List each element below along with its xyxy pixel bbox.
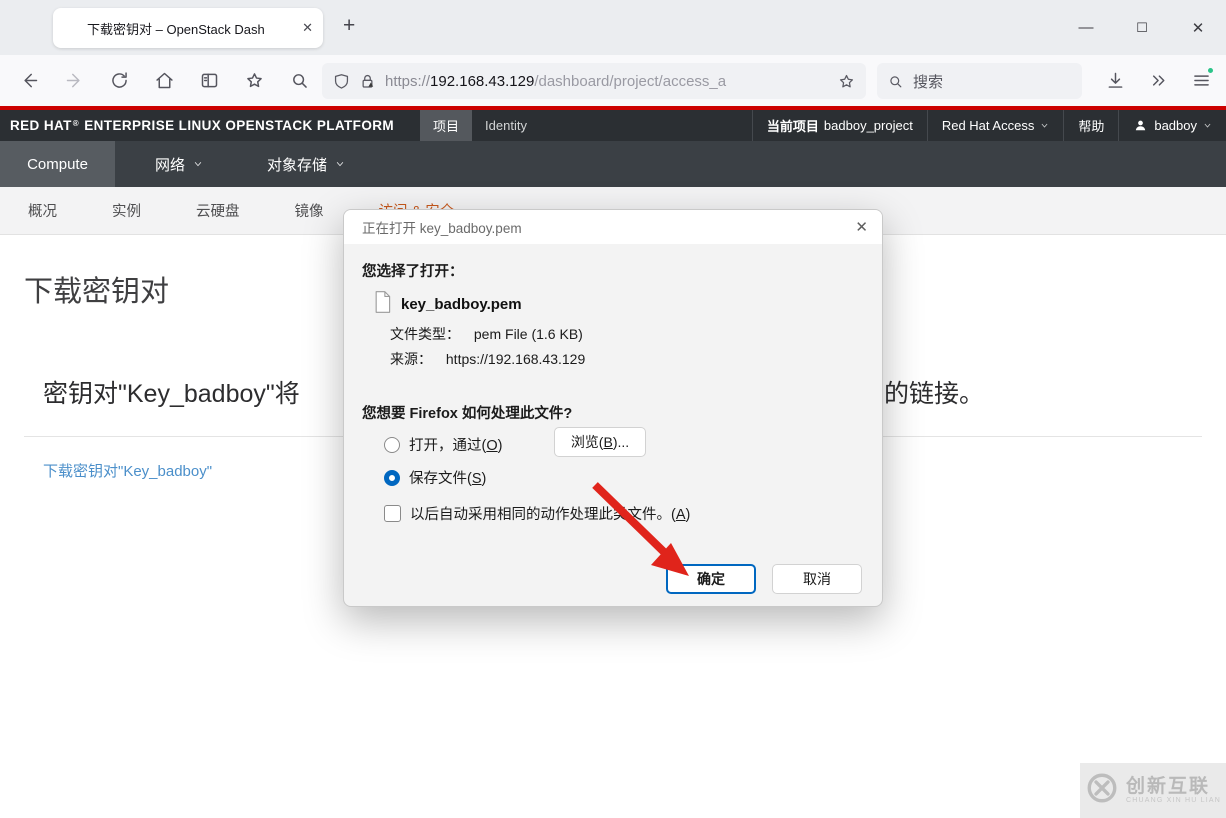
open-with-row: 打开，通过(O) 浏览(B)...	[384, 427, 646, 457]
file-type-label: 文件类型：	[390, 326, 460, 342]
open-with-radio[interactable]	[384, 436, 400, 453]
subnav-object-store[interactable]: 对象存储	[243, 141, 369, 187]
url-path: /dashboard/project/access_a	[534, 72, 727, 90]
chevron-down-icon	[1041, 123, 1048, 128]
tab-close-icon[interactable]: ✕	[302, 20, 313, 36]
tab-project[interactable]: 项目	[420, 110, 473, 141]
remember-row: 以后自动采用相同的动作处理此类文件。(A)	[384, 503, 690, 524]
watermark-subtitle: CHUANG XIN HU LIAN	[1125, 797, 1222, 804]
toolbar-right	[1098, 63, 1218, 97]
ok-button[interactable]: 确定	[666, 564, 756, 594]
keypair-message-left: 密钥对"Key_badboy"将	[43, 380, 300, 408]
dialog-titlebar[interactable]: 正在打开 key_badboy.pem ✕	[344, 210, 882, 244]
download-dialog: 正在打开 key_badboy.pem ✕ 您选择了打开： key_badboy…	[343, 209, 883, 607]
dialog-title: 正在打开 key_badboy.pem	[362, 221, 522, 236]
redhat-access-menu[interactable]: Red Hat Access	[926, 110, 1064, 141]
question-label: 您想要 Firefox 如何处理此文件?	[362, 406, 573, 422]
save-file-label[interactable]: 保存文件(S)	[409, 467, 486, 488]
browse-button[interactable]: 浏览(B)...	[554, 427, 646, 457]
file-name: key_badboy.pem	[401, 296, 522, 313]
menu-hamburger-icon[interactable]	[1184, 63, 1218, 97]
logo-rest: ENTERPRISE LINUX OPENSTACK PLATFORM	[84, 118, 395, 133]
nav-tab-instances[interactable]: 实例	[112, 200, 141, 221]
tab-title: 下载密钥对 – OpenStack Dash	[87, 21, 265, 37]
cancel-button[interactable]: 取消	[772, 564, 862, 594]
search-icon	[890, 75, 902, 87]
chevron-down-icon	[336, 162, 344, 167]
watermark-text: 创新互联 CHUANG XIN HU LIAN	[1125, 776, 1222, 805]
user-menu[interactable]: badboy	[1118, 110, 1226, 141]
watermark-name: 创新互联	[1125, 776, 1210, 797]
url-bar[interactable]: https://192.168.43.129/dashboard/project…	[322, 63, 866, 99]
logo-registered-mark: ®	[72, 119, 80, 128]
nav-tab-volumes[interactable]: 云硬盘	[196, 200, 240, 221]
url-text[interactable]: https://192.168.43.129/dashboard/project…	[385, 73, 831, 90]
current-project-value: badboy_project	[823, 118, 913, 133]
url-domain: 192.168.43.129	[430, 72, 535, 90]
user-icon	[1136, 120, 1146, 131]
watermark: 创新互联 CHUANG XIN HU LIAN	[1080, 763, 1226, 818]
file-row: key_badboy.pem	[373, 290, 522, 319]
file-icon	[373, 290, 392, 319]
browser-toolbar: https://192.168.43.129/dashboard/project…	[0, 55, 1226, 106]
minimize-button[interactable]: —	[1058, 0, 1114, 55]
titlebar: 下载密钥对 – OpenStack Dash ✕ + — ☐ ✕	[0, 0, 1226, 55]
source-label: 来源：	[390, 351, 432, 367]
browser-tab[interactable]: 下载密钥对 – OpenStack Dash ✕	[53, 8, 323, 48]
brandbar: RED HAT ® ENTERPRISE LINUX OPENSTACK PLAT…	[0, 110, 1226, 141]
keypair-message-right: 的链接。	[884, 380, 985, 408]
remember-label[interactable]: 以后自动采用相同的动作处理此类文件。(A)	[410, 503, 690, 524]
search-placeholder: 搜索	[913, 73, 944, 91]
save-file-radio[interactable]	[384, 469, 400, 486]
overflow-chevrons-icon[interactable]	[1141, 63, 1175, 97]
source-row: 来源： https://192.168.43.129	[390, 349, 585, 369]
home-icon[interactable]	[147, 64, 181, 98]
help-link[interactable]: 帮助	[1063, 110, 1118, 141]
logo-main: RED HAT	[10, 118, 72, 133]
page-search-icon[interactable]	[282, 64, 316, 98]
current-project: 当前项目 badboy_project	[751, 110, 927, 141]
watermark-logo-icon	[1085, 771, 1119, 810]
nav-tab-overview[interactable]: 概况	[28, 200, 57, 221]
brandbar-right: 当前项目 badboy_project Red Hat Access 帮助 ba…	[751, 110, 1226, 141]
new-tab-button[interactable]: +	[343, 14, 355, 38]
maximize-button[interactable]: ☐	[1114, 0, 1170, 55]
bookmarks-icon[interactable]	[237, 64, 271, 98]
subnav: Compute 网络 对象存储	[0, 141, 1226, 187]
forward-icon[interactable]	[57, 64, 91, 98]
tracking-shield-icon[interactable]	[332, 72, 351, 91]
subnav-compute[interactable]: Compute	[0, 141, 115, 187]
lock-warning-icon[interactable]	[358, 72, 377, 91]
open-with-label[interactable]: 打开，通过(O)	[409, 434, 502, 455]
remember-checkbox[interactable]	[384, 505, 401, 522]
search-box[interactable]: 搜索	[877, 63, 1082, 99]
file-type-row: 文件类型： pem File (1.6 KB)	[390, 324, 583, 344]
sidebar-icon[interactable]	[192, 64, 226, 98]
close-button[interactable]: ✕	[1170, 0, 1226, 55]
tab-identity[interactable]: Identity	[472, 110, 540, 141]
source-value: https://192.168.43.129	[445, 351, 586, 367]
chevron-down-icon	[1204, 123, 1211, 128]
url-scheme: https://	[385, 72, 431, 90]
window-controls: — ☐ ✕	[1058, 0, 1226, 55]
page-title: 下载密钥对	[24, 276, 170, 308]
back-icon[interactable]	[12, 64, 46, 98]
chevron-down-icon	[194, 162, 202, 167]
menu-notification-dot	[1207, 67, 1214, 74]
firefox-window: 下载密钥对 – OpenStack Dash ✕ + — ☐ ✕ https:/…	[0, 0, 1226, 818]
file-type-value: pem File (1.6 KB)	[473, 326, 583, 342]
download-keypair-link[interactable]: 下载密钥对"Key_badboy"	[43, 460, 212, 481]
chosen-open-label: 您选择了打开：	[362, 264, 464, 280]
save-file-row: 保存文件(S)	[384, 467, 486, 488]
nav-tab-images[interactable]: 镜像	[295, 200, 324, 221]
redhat-logo: RED HAT ® ENTERPRISE LINUX OPENSTACK PLAT…	[0, 110, 420, 141]
bookmark-star-icon[interactable]	[837, 72, 856, 91]
downloads-icon[interactable]	[1098, 63, 1132, 97]
current-project-label: 当前项目	[766, 119, 819, 134]
subnav-network[interactable]: 网络	[131, 141, 227, 187]
reload-icon[interactable]	[102, 64, 136, 98]
dialog-close-icon[interactable]: ✕	[855, 218, 868, 236]
